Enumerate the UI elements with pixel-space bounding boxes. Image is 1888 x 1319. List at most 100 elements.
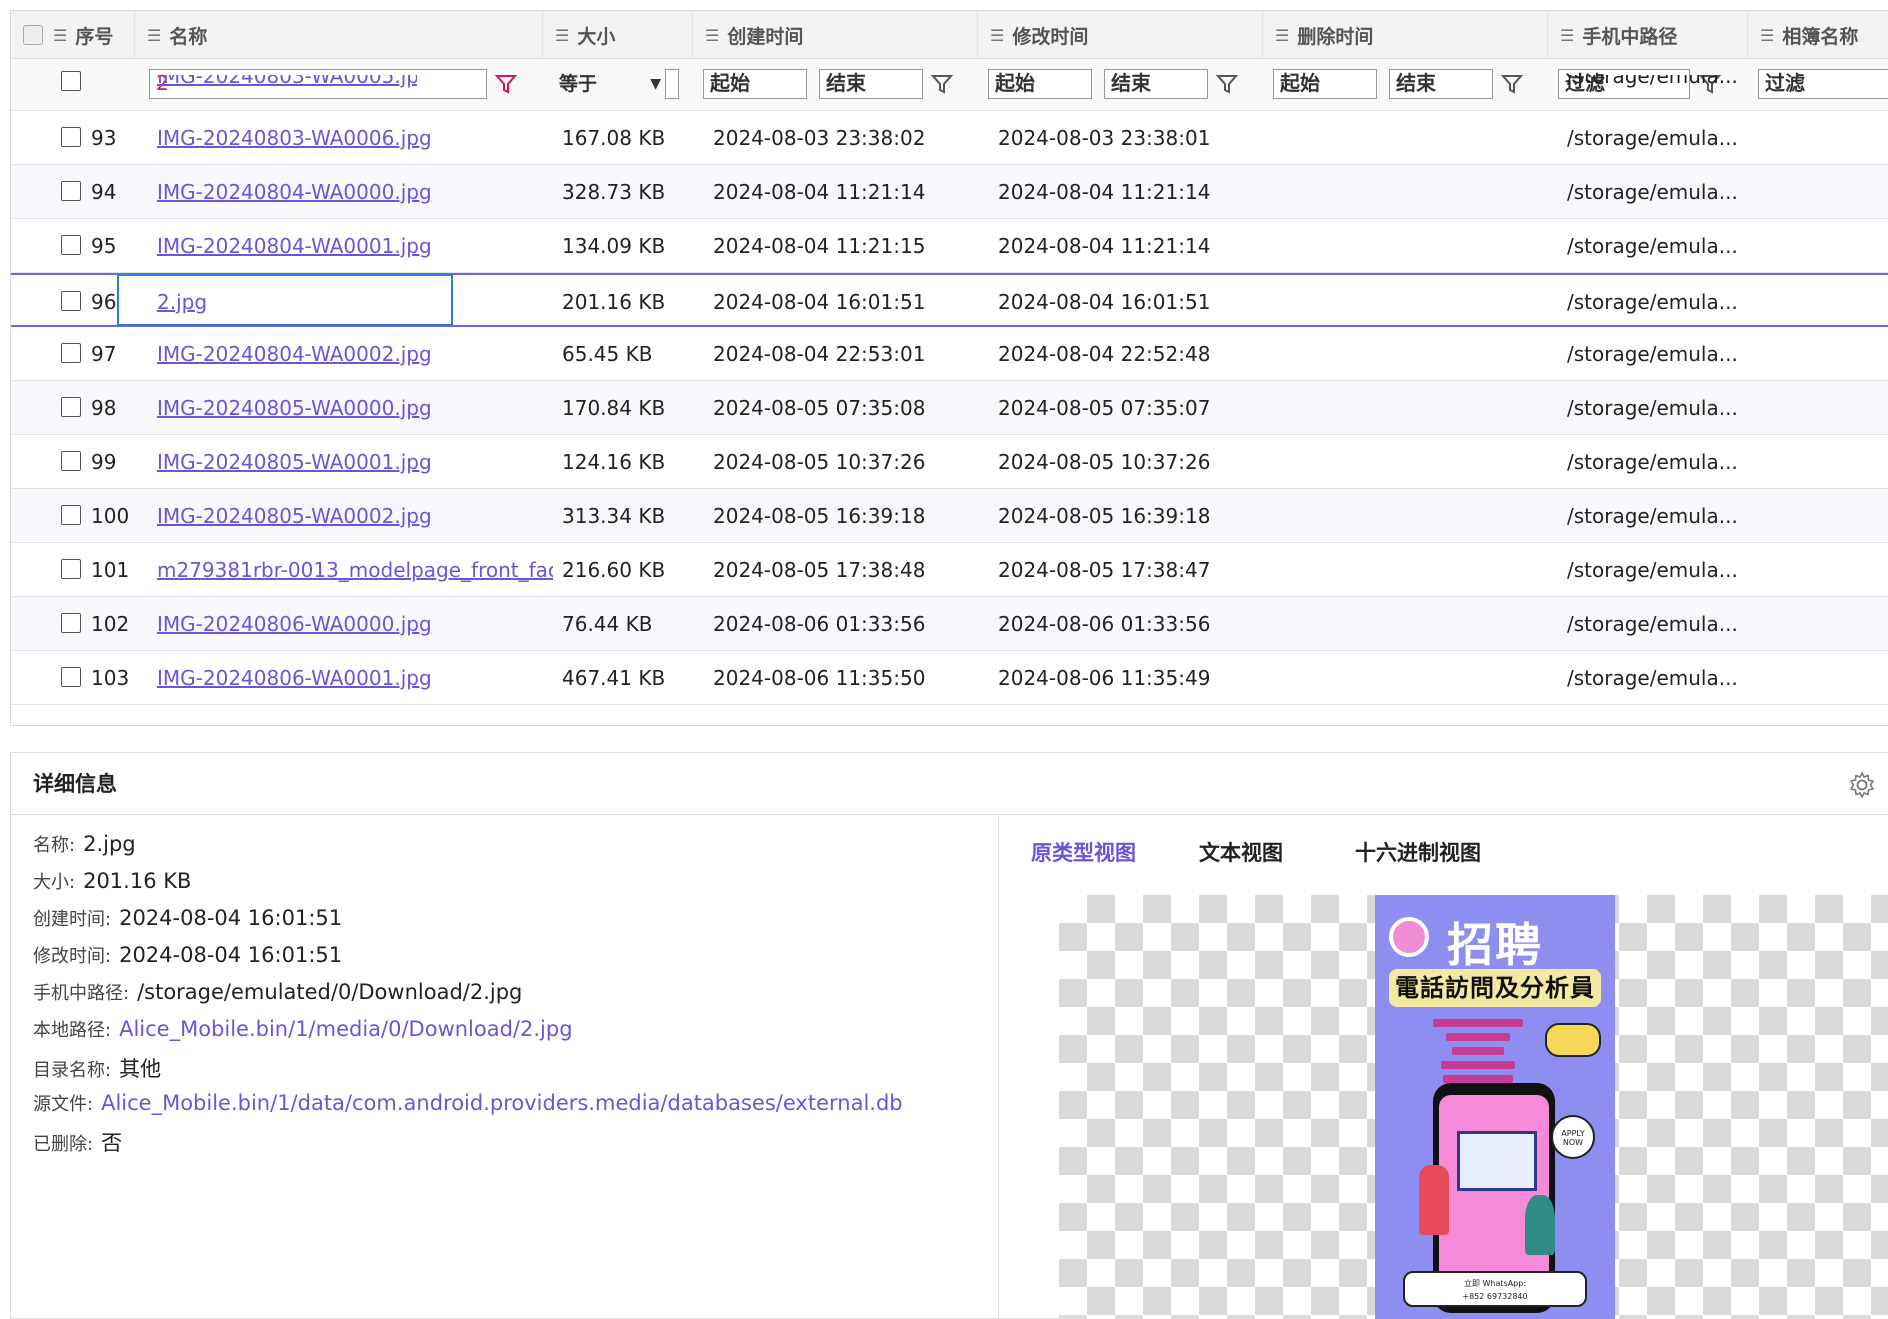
table-row[interactable]: 101 m279381rbr-0013_modelpage_front_facin…	[11, 543, 1888, 597]
column-header-modified[interactable]: ☰ 修改时间	[978, 11, 1263, 59]
row-checkbox[interactable]	[61, 291, 81, 311]
row-checkbox[interactable]	[61, 559, 81, 579]
table-row-partial[interactable]: IMG-20240803-WA0005.jpg /storage/emula..…	[11, 71, 1888, 111]
file-name-link[interactable]: IMG-20240804-WA0000.jpg	[157, 165, 553, 219]
local-path-link[interactable]: Alice_Mobile.bin/1/media/0/Download/2.jp…	[119, 1017, 572, 1041]
column-header-deleted[interactable]: ☰ 删除时间	[1263, 11, 1548, 59]
table-row[interactable]: 93 IMG-20240803-WA0006.jpg 167.08 KB 2024-0…	[11, 111, 1888, 165]
index-cell: 102	[91, 612, 130, 636]
column-header-index[interactable]: ☰ 序号	[11, 11, 135, 59]
index-cell: 98	[91, 396, 117, 420]
prop-name: 名称: 2.jpg	[33, 832, 136, 856]
row-checkbox[interactable]	[61, 397, 81, 417]
list-icon: ☰	[1275, 25, 1290, 45]
row-checkbox[interactable]	[61, 181, 81, 201]
modified-cell: 2024-08-05 10:37:26	[998, 450, 1211, 474]
file-name-link[interactable]: IMG-20240805-WA0002.jpg	[157, 489, 553, 543]
person-illustration	[1419, 1165, 1449, 1235]
tab-hex-view[interactable]: 十六进制视图	[1355, 837, 1481, 867]
file-name-link[interactable]: IMG-20240804-WA0001.jpg	[157, 219, 553, 273]
modified-cell: 2024-08-04 11:21:14	[998, 180, 1211, 204]
size-cell: 467.41 KB	[562, 666, 666, 690]
poster-footer: 立即 WhatsApp: +852 69732840	[1403, 1271, 1587, 1307]
phone-path-cell: /storage/emula...	[1567, 290, 1738, 314]
column-header-size[interactable]: ☰ 大小	[543, 11, 693, 59]
phone-path-cell: /storage/emula...	[1567, 75, 1738, 88]
file-name-link[interactable]: IMG-20240805-WA0000.jpg	[157, 381, 553, 435]
file-name-link[interactable]: IMG-20240805-WA0001.jpg	[157, 435, 553, 489]
file-name-link[interactable]: IMG-20240806-WA0001.jpg	[157, 651, 553, 705]
size-cell: 216.60 KB	[562, 558, 666, 582]
table-row[interactable]: 99 IMG-20240805-WA0001.jpg 124.16 KB 2024-0…	[11, 435, 1888, 489]
prop-modified: 修改时间: 2024-08-04 16:01:51	[33, 943, 343, 967]
modified-cell: 2024-08-04 11:21:14	[998, 234, 1211, 258]
created-cell: 2024-08-06 01:33:56	[713, 612, 926, 636]
table-row[interactable]: 102 IMG-20240806-WA0000.jpg 76.44 KB 2024-0…	[11, 597, 1888, 651]
table-row[interactable]: 95 IMG-20240804-WA0001.jpg 134.09 KB 2024-0…	[11, 219, 1888, 273]
phone-path-cell: /storage/emula...	[1567, 612, 1738, 636]
prop-local-path: 本地路径: Alice_Mobile.bin/1/media/0/Download…	[33, 1017, 573, 1041]
image-preview: 招聘 電話訪問及分析員 APPLY NOW 立即 WhatsApp: +852 …	[1059, 895, 1888, 1319]
row-checkbox[interactable]	[61, 71, 81, 91]
row-checkbox[interactable]	[61, 505, 81, 525]
list-icon: ☰	[1760, 25, 1775, 45]
size-cell: 65.45 KB	[562, 342, 653, 366]
column-header-album[interactable]: ☰ 相簿名称	[1748, 11, 1888, 59]
size-cell: 124.16 KB	[562, 450, 666, 474]
modified-cell: 2024-08-06 11:35:49	[998, 666, 1211, 690]
column-header-phone-path[interactable]: ☰ 手机中路径	[1548, 11, 1748, 59]
phone-path-cell: /storage/emula...	[1567, 666, 1738, 690]
gear-icon[interactable]	[1848, 771, 1876, 799]
prop-directory: 目录名称: 其他	[33, 1057, 162, 1081]
created-cell: 2024-08-05 16:39:18	[713, 504, 926, 528]
plant-illustration	[1525, 1195, 1555, 1255]
modified-cell: 2024-08-04 16:01:51	[998, 290, 1211, 314]
column-header-created[interactable]: ☰ 创建时间	[693, 11, 978, 59]
row-checkbox[interactable]	[61, 451, 81, 471]
tab-text-view[interactable]: 文本视图	[1199, 837, 1283, 867]
created-cell: 2024-08-04 11:21:15	[713, 234, 926, 258]
size-cell: 170.84 KB	[562, 396, 666, 420]
file-name-link[interactable]: IMG-20240804-WA0002.jpg	[157, 327, 553, 381]
row-checkbox[interactable]	[61, 235, 81, 255]
created-cell: 2024-08-05 10:37:26	[713, 450, 926, 474]
detail-properties: 名称: 2.jpg 大小: 201.16 KB 创建时间: 2024-08-04 16…	[11, 815, 999, 1319]
tab-native-view[interactable]: 原类型视图	[1031, 837, 1136, 867]
file-name-link[interactable]: IMG-20240803-WA0005.jpg	[157, 75, 417, 111]
table-row[interactable]: 100 IMG-20240805-WA0002.jpg 313.34 KB 2024-…	[11, 489, 1888, 543]
file-name-link[interactable]: IMG-20240803-WA0006.jpg	[157, 111, 553, 165]
index-cell: 94	[91, 180, 117, 204]
index-cell: 100	[91, 504, 130, 528]
phone-path-cell: /storage/emula...	[1567, 558, 1738, 582]
phone-path-cell: /storage/emula...	[1567, 396, 1738, 420]
table-header: ☰ 序号 ☰ 名称 ☰ 大小 ☰ 创建时间 ☰ 修改时间 ☰ 删除时间 ☰ 手机中路径 ☰ 相…	[11, 11, 1888, 59]
row-checkbox[interactable]	[61, 127, 81, 147]
file-name-link[interactable]: IMG-20240806-WA0000.jpg	[157, 597, 553, 651]
monitor-illustration	[1457, 1131, 1537, 1191]
table-row[interactable]: 98 IMG-20240805-WA0000.jpg 170.84 KB 2024-0…	[11, 381, 1888, 435]
prop-phone-path: 手机中路径:/storage/emulated/0/Download/2.jpg	[33, 980, 523, 1004]
select-all-checkbox[interactable]	[23, 25, 43, 45]
file-name-link[interactable]: m279381rbr-0013_modelpage_front_facin	[157, 543, 553, 597]
apply-now-badge: APPLY NOW	[1551, 1115, 1595, 1159]
row-checkbox[interactable]	[61, 343, 81, 363]
source-file-link[interactable]: Alice_Mobile.bin/1/data/com.android.prov…	[101, 1091, 903, 1115]
created-cell: 2024-08-04 11:21:14	[713, 180, 926, 204]
column-header-name[interactable]: ☰ 名称	[135, 11, 543, 59]
modified-cell: 2024-08-05 07:35:07	[998, 396, 1211, 420]
table-row[interactable]: 96 2.jpg 201.16 KB 2024-08-04 16:01:51 2024-…	[11, 273, 1888, 327]
list-icon: ☰	[705, 25, 720, 45]
phone-path-cell: /storage/emula...	[1567, 342, 1738, 366]
poster-band: 電話訪問及分析員	[1389, 969, 1601, 1007]
cell-focus-outline	[117, 274, 453, 326]
preview-image: 招聘 電話訪問及分析員 APPLY NOW 立即 WhatsApp: +852 …	[1375, 895, 1615, 1319]
table-row[interactable]: 94 IMG-20240804-WA0000.jpg 328.73 KB 2024-0…	[11, 165, 1888, 219]
index-cell: 95	[91, 234, 117, 258]
table-row[interactable]: 97 IMG-20240804-WA0002.jpg 65.45 KB 2024-08…	[11, 327, 1888, 381]
table-row[interactable]: 103 IMG-20240806-WA0001.jpg 467.41 KB 2024-…	[11, 651, 1888, 705]
created-cell: 2024-08-04 22:53:01	[713, 342, 926, 366]
index-cell: 103	[91, 666, 130, 690]
modified-cell: 2024-08-03 23:38:01	[998, 126, 1211, 150]
row-checkbox[interactable]	[61, 667, 81, 687]
row-checkbox[interactable]	[61, 613, 81, 633]
